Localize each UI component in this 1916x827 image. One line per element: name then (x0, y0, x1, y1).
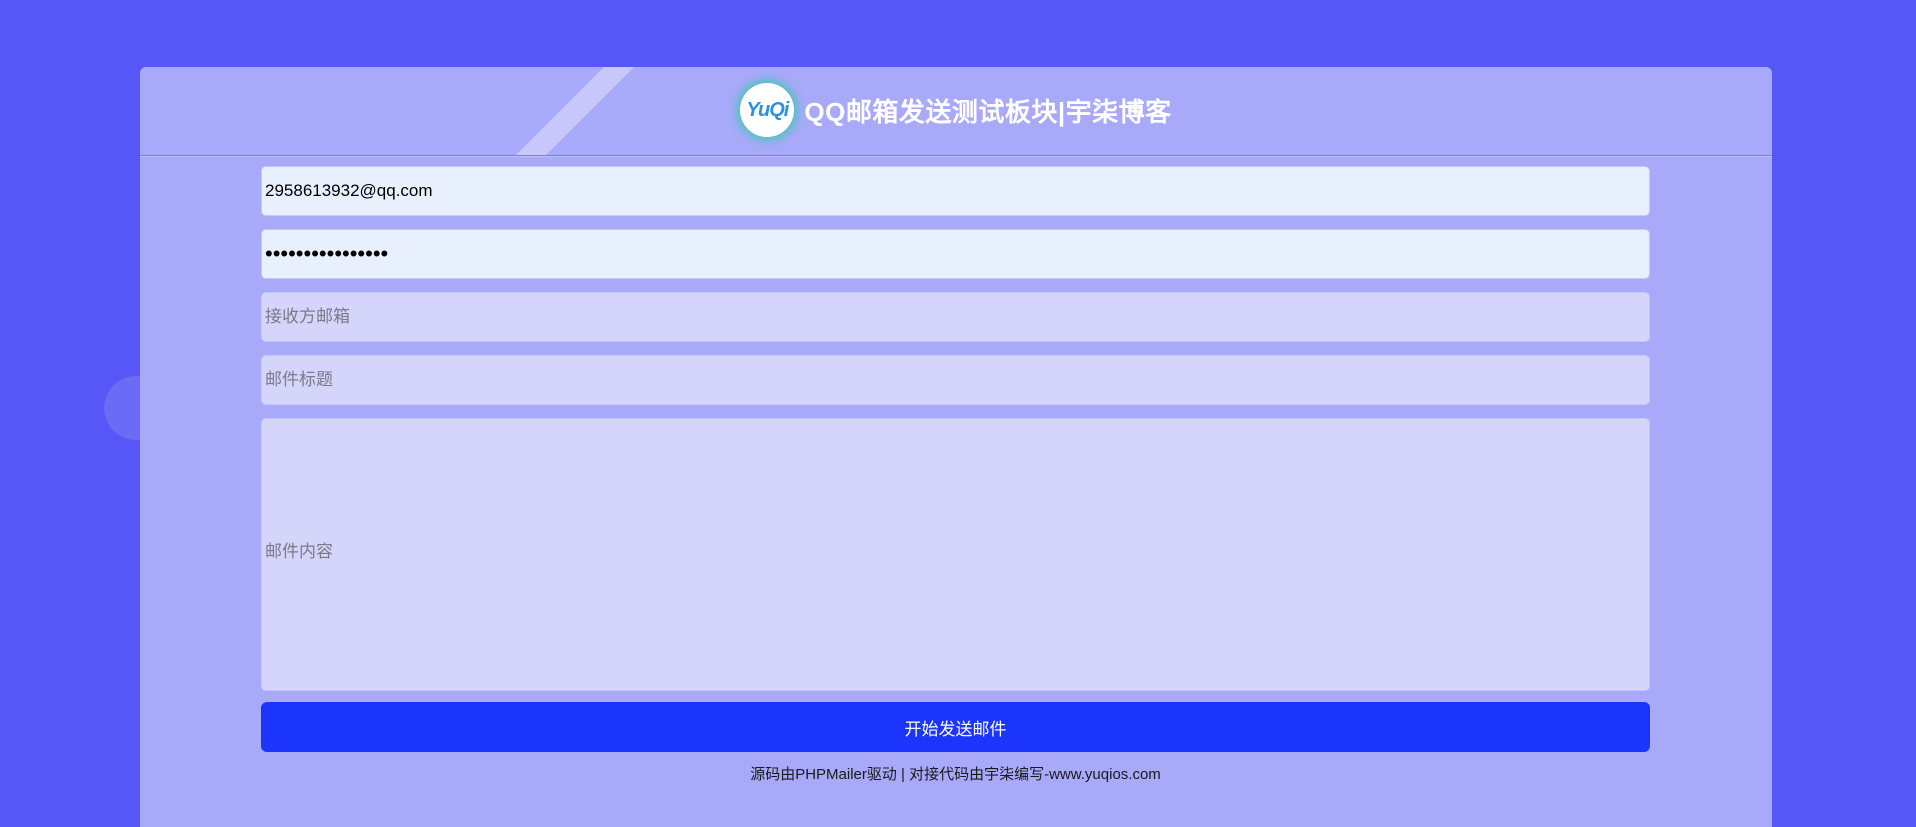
card-header: YuQi QQ邮箱发送测试板块|宇柒博客 (140, 67, 1772, 156)
page-title: QQ邮箱发送测试板块|宇柒博客 (804, 96, 1172, 127)
title-group: YuQi QQ邮箱发送测试板块|宇柒博客 (140, 83, 1772, 137)
footer-credit: 源码由PHPMailer驱动 | 对接代码由宇柒编写-www.yuqios.co… (750, 766, 1161, 783)
sender-email-input[interactable] (261, 166, 1650, 216)
content-textarea[interactable] (261, 418, 1650, 691)
send-mail-button[interactable]: 开始发送邮件 (261, 702, 1650, 752)
logo-text: YuQi (746, 98, 789, 121)
mail-form: 开始发送邮件 源码由PHPMailer驱动 | 对接代码由宇柒编写-www.yu… (261, 166, 1650, 784)
yuqi-logo-icon: YuQi (740, 83, 795, 137)
mail-card: YuQi QQ邮箱发送测试板块|宇柒博客 开始发送邮件 源码由PHPMailer… (140, 67, 1772, 827)
subject-input[interactable] (261, 355, 1650, 405)
recipient-email-input[interactable] (261, 292, 1650, 342)
auth-code-input[interactable] (261, 229, 1650, 279)
